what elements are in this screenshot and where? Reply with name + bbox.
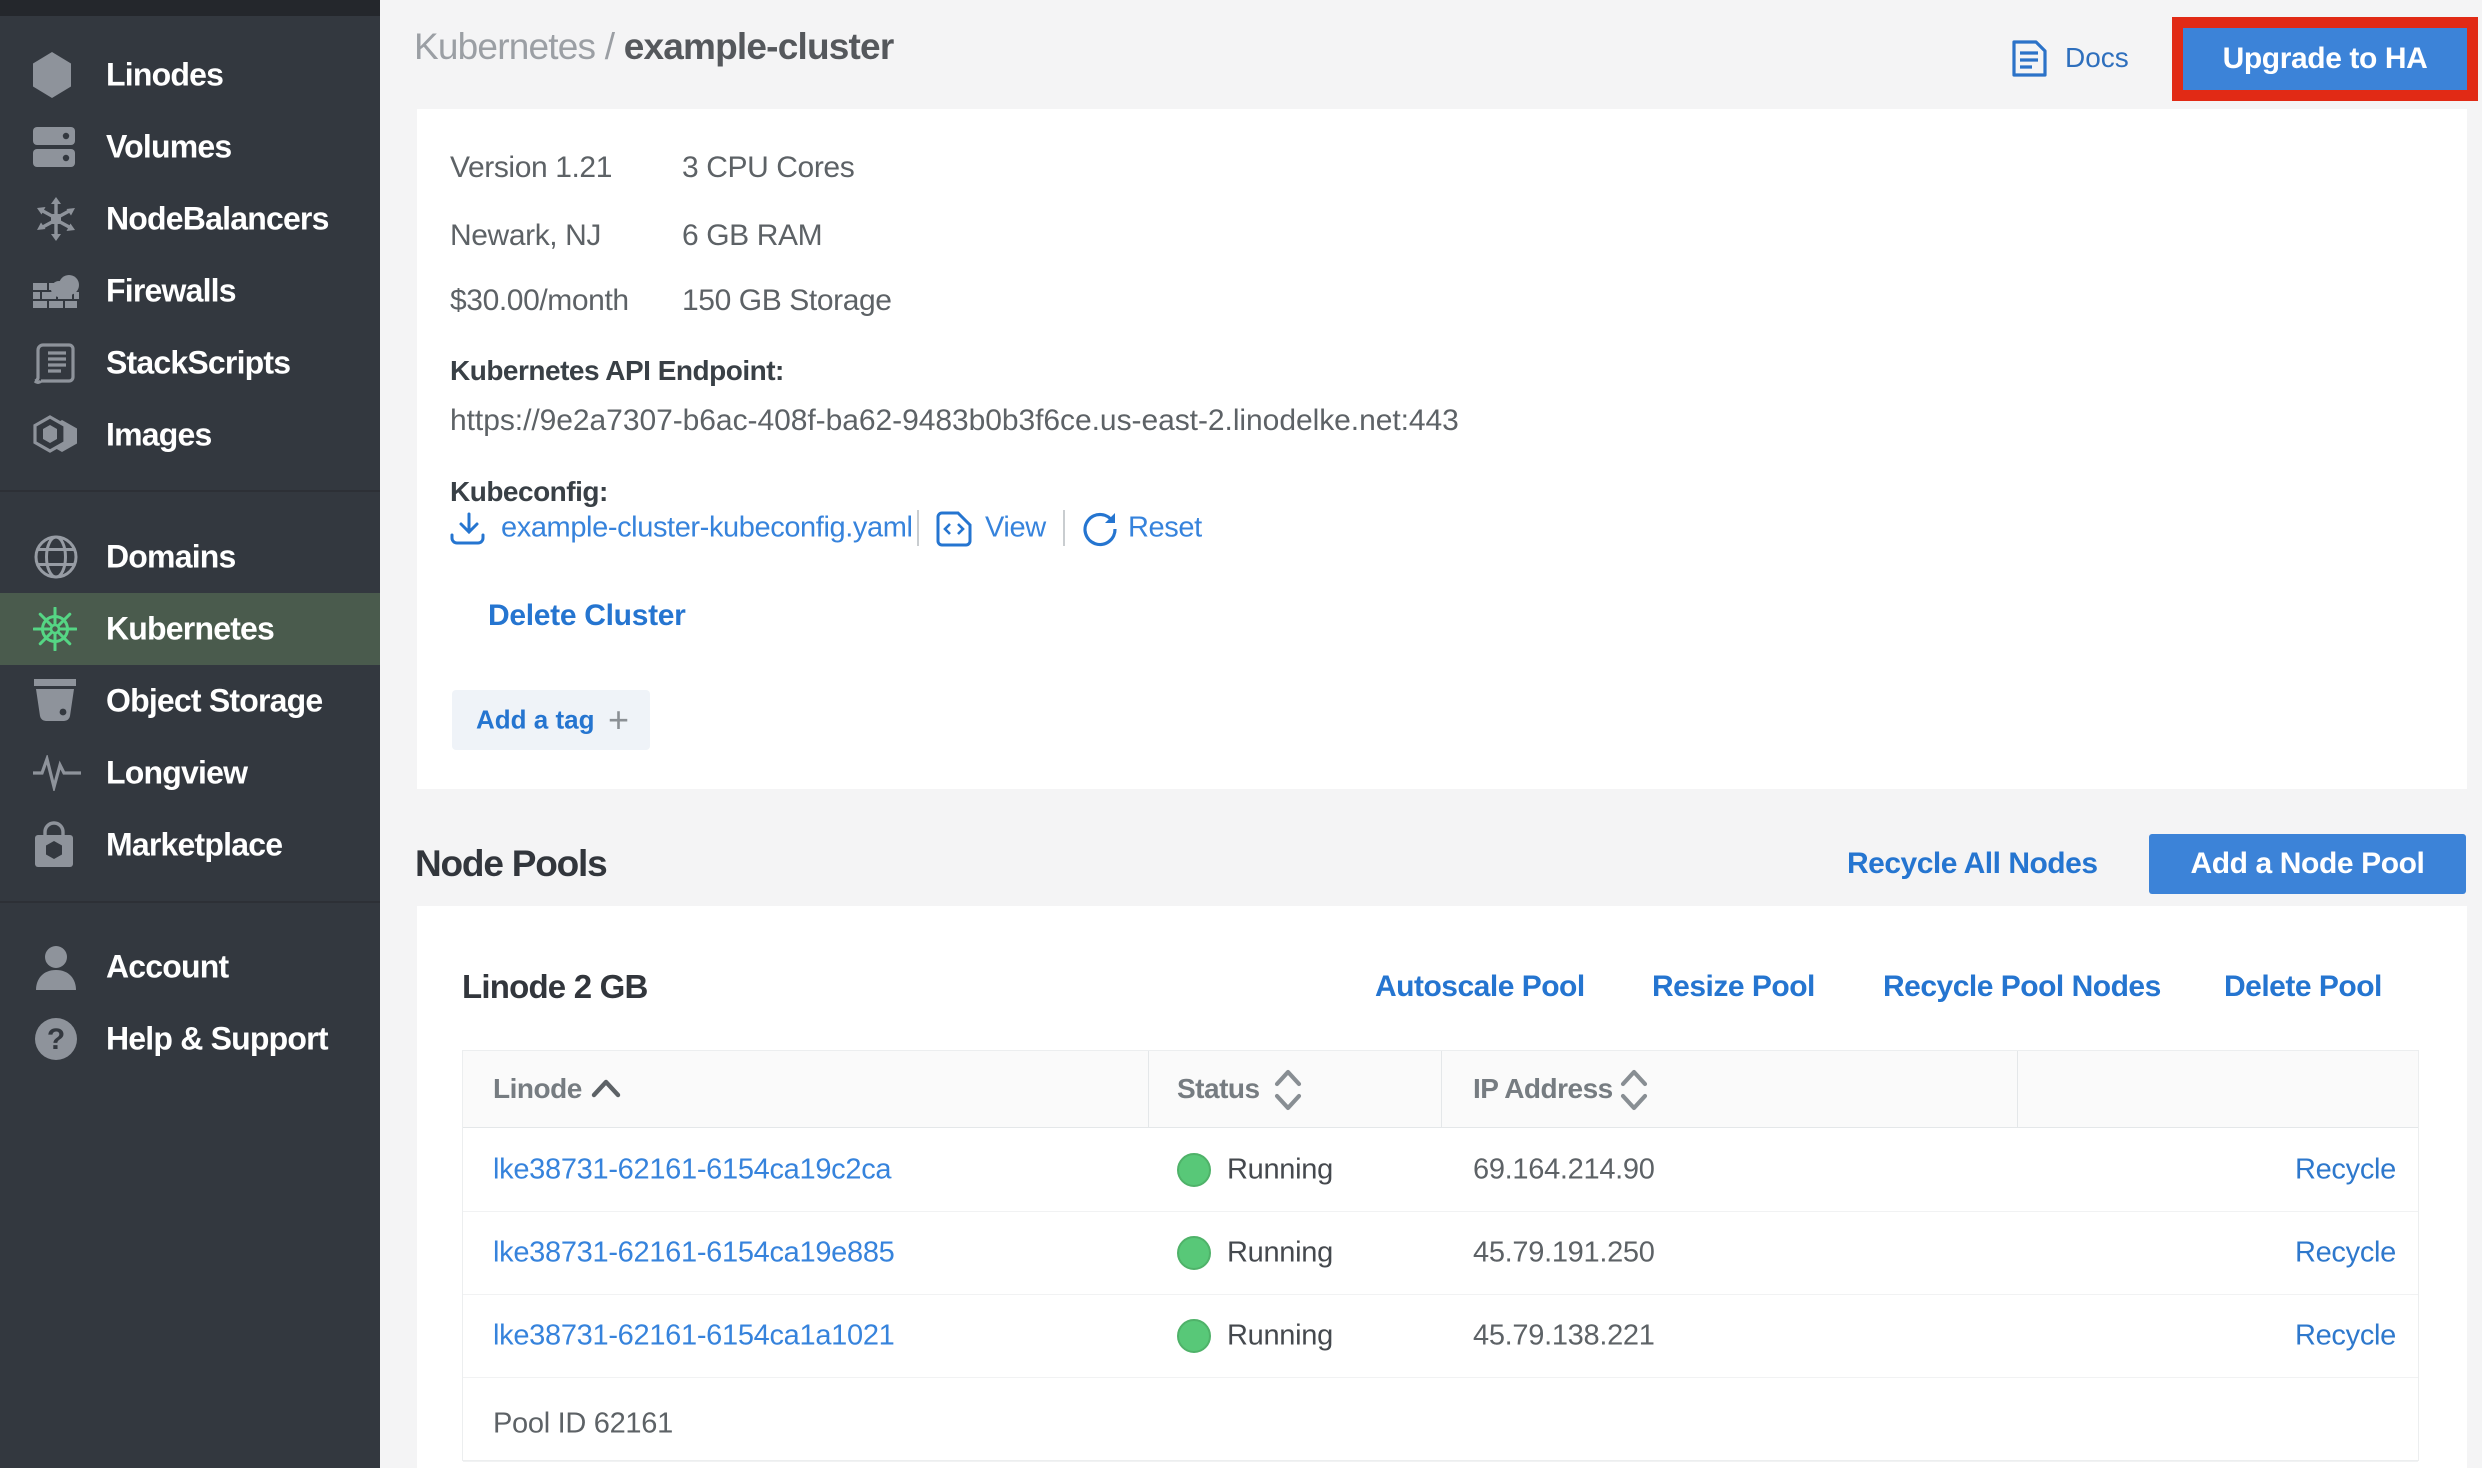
svg-text:?: ? <box>47 1023 65 1056</box>
